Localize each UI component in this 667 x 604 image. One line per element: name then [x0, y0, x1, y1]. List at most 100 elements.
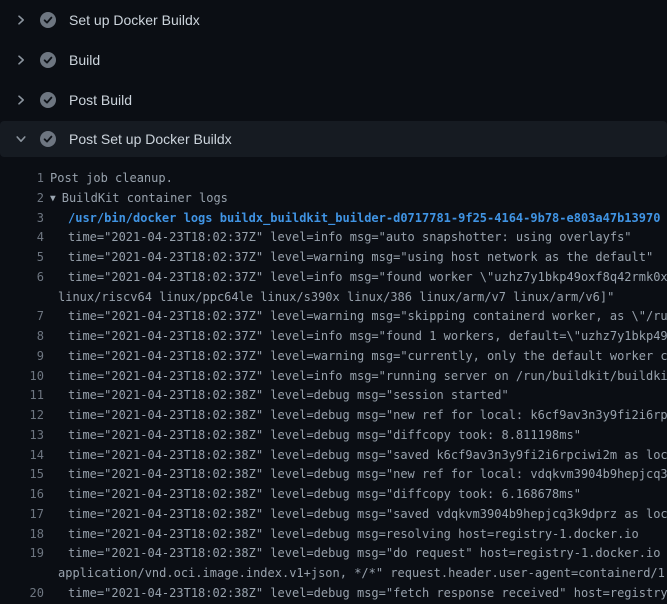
log-line-message: BuildKit container logs [62, 191, 228, 205]
log-line: 6 ▼time="2021-04-23T18:02:37Z" level=inf… [0, 268, 667, 288]
log-line-text: ▼time="2021-04-23T18:02:37Z" level=warni… [68, 248, 653, 268]
group-toggle-icon[interactable]: ▼ [50, 189, 56, 209]
log-line: ▼linux/riscv64 linux/ppc64le linux/s390x… [0, 288, 667, 308]
log-line-text: ▼/usr/bin/docker logs buildx_buildkit_bu… [68, 209, 660, 229]
log-line-text: ▼time="2021-04-23T18:02:38Z" level=debug… [68, 406, 667, 426]
log-line: 9 ▼time="2021-04-23T18:02:37Z" level=war… [0, 347, 667, 367]
log-line: 2 ▼ BuildKit container logs [0, 189, 667, 209]
log-line-number[interactable]: 20 [0, 584, 44, 604]
log-line: 18 ▼time="2021-04-23T18:02:38Z" level=de… [0, 525, 667, 545]
log-line: 17 ▼time="2021-04-23T18:02:38Z" level=de… [0, 505, 667, 525]
log-line: 7 ▼time="2021-04-23T18:02:37Z" level=war… [0, 307, 667, 327]
log-line-text: ▼time="2021-04-23T18:02:38Z" level=debug… [68, 525, 639, 545]
log-line-message: time="2021-04-23T18:02:38Z" level=debug … [68, 467, 667, 481]
step-label: Post Build [69, 93, 132, 107]
log-line-number[interactable]: 5 [0, 248, 44, 268]
log-line-message: time="2021-04-23T18:02:37Z" level=info m… [68, 230, 632, 244]
log-line-number[interactable] [0, 564, 44, 584]
log-line: 15 ▼time="2021-04-23T18:02:38Z" level=de… [0, 465, 667, 485]
log-line-text: ▼time="2021-04-23T18:02:38Z" level=debug… [68, 544, 667, 564]
log-line-number[interactable]: 11 [0, 386, 44, 406]
log-line-text: ▼time="2021-04-23T18:02:38Z" level=debug… [68, 446, 667, 466]
log-line-message: time="2021-04-23T18:02:38Z" level=debug … [68, 428, 581, 442]
chevron-right-icon [15, 54, 27, 66]
log-line-number[interactable]: 19 [0, 544, 44, 564]
log-line-text: ▼time="2021-04-23T18:02:37Z" level=warni… [68, 307, 667, 327]
step-log-output: 1 ▼Post job cleanup. 2 ▼ BuildKit contain… [0, 157, 667, 604]
log-line-message: time="2021-04-23T18:02:38Z" level=debug … [68, 487, 581, 501]
log-line-message: time="2021-04-23T18:02:37Z" level=warnin… [68, 309, 667, 323]
log-line-message: Post job cleanup. [50, 171, 173, 185]
log-line-text: ▼linux/riscv64 linux/ppc64le linux/s390x… [58, 288, 614, 308]
chevron-right-icon [15, 14, 27, 26]
log-line: 11 ▼time="2021-04-23T18:02:38Z" level=de… [0, 386, 667, 406]
log-line-message: time="2021-04-23T18:02:38Z" level=debug … [68, 586, 667, 600]
log-line: 14 ▼time="2021-04-23T18:02:38Z" level=de… [0, 446, 667, 466]
log-line-message: time="2021-04-23T18:02:38Z" level=debug … [68, 546, 667, 560]
log-line-number[interactable]: 13 [0, 426, 44, 446]
log-line-number[interactable]: 18 [0, 525, 44, 545]
check-circle-icon [40, 12, 56, 28]
log-line: 16 ▼time="2021-04-23T18:02:38Z" level=de… [0, 485, 667, 505]
step-label: Build [69, 53, 100, 67]
log-line: 12 ▼time="2021-04-23T18:02:38Z" level=de… [0, 406, 667, 426]
log-line-message: linux/riscv64 linux/ppc64le linux/s390x … [58, 290, 614, 304]
log-line-number[interactable]: 6 [0, 268, 44, 288]
log-line-number[interactable]: 9 [0, 347, 44, 367]
log-line-text: ▼time="2021-04-23T18:02:38Z" level=debug… [68, 485, 581, 505]
log-line: 8 ▼time="2021-04-23T18:02:37Z" level=inf… [0, 327, 667, 347]
log-line-message: /usr/bin/docker logs buildx_buildkit_bui… [68, 211, 660, 225]
log-line-text: ▼time="2021-04-23T18:02:38Z" level=debug… [68, 465, 667, 485]
log-line: 20 ▼time="2021-04-23T18:02:38Z" level=de… [0, 584, 667, 604]
step-label: Post Set up Docker Buildx [69, 132, 232, 146]
log-line-text: ▼ BuildKit container logs [50, 189, 228, 209]
log-line-text: ▼time="2021-04-23T18:02:38Z" level=debug… [68, 584, 667, 604]
log-line: 4 ▼time="2021-04-23T18:02:37Z" level=inf… [0, 228, 667, 248]
log-line-text: ▼time="2021-04-23T18:02:37Z" level=warni… [68, 347, 667, 367]
log-line-number[interactable]: 12 [0, 406, 44, 426]
log-line-text: ▼time="2021-04-23T18:02:37Z" level=info … [68, 268, 667, 288]
log-line-number[interactable]: 2 [0, 189, 44, 209]
check-circle-icon [40, 131, 56, 147]
log-line-text: ▼time="2021-04-23T18:02:37Z" level=info … [68, 327, 667, 347]
log-line-number[interactable]: 4 [0, 228, 44, 248]
log-line-number[interactable]: 17 [0, 505, 44, 525]
step-header-set-up-docker-buildx[interactable]: Set up Docker Buildx [0, 0, 667, 40]
log-line-number[interactable] [0, 288, 44, 308]
log-line-text: ▼time="2021-04-23T18:02:38Z" level=debug… [68, 426, 581, 446]
log-line-message: application/vnd.oci.image.index.v1+json,… [58, 566, 667, 580]
log-line-message: time="2021-04-23T18:02:37Z" level=info m… [68, 329, 667, 343]
log-line: 13 ▼time="2021-04-23T18:02:38Z" level=de… [0, 426, 667, 446]
log-line-number[interactable]: 8 [0, 327, 44, 347]
log-line-message: time="2021-04-23T18:02:38Z" level=debug … [68, 527, 639, 541]
log-line-message: time="2021-04-23T18:02:38Z" level=debug … [68, 507, 667, 521]
log-line-number[interactable]: 16 [0, 485, 44, 505]
workflow-steps-list: Set up Docker Buildx Build P [0, 0, 667, 157]
log-line: 19 ▼time="2021-04-23T18:02:38Z" level=de… [0, 544, 667, 564]
log-line: 5 ▼time="2021-04-23T18:02:37Z" level=war… [0, 248, 667, 268]
log-line-number[interactable]: 14 [0, 446, 44, 466]
log-line-message: time="2021-04-23T18:02:38Z" level=debug … [68, 388, 509, 402]
log-line-message: time="2021-04-23T18:02:38Z" level=debug … [68, 448, 667, 462]
log-line: 10 ▼time="2021-04-23T18:02:37Z" level=in… [0, 367, 667, 387]
step-header-post-build[interactable]: Post Build [0, 80, 667, 120]
step-label: Set up Docker Buildx [69, 13, 200, 27]
log-line-number[interactable]: 7 [0, 307, 44, 327]
chevron-right-icon [15, 94, 27, 106]
log-line-text: ▼application/vnd.oci.image.index.v1+json… [58, 564, 667, 584]
log-line: 3 ▼/usr/bin/docker logs buildx_buildkit_… [0, 209, 667, 229]
log-line-message: time="2021-04-23T18:02:37Z" level=warnin… [68, 349, 667, 363]
log-line-text: ▼time="2021-04-23T18:02:38Z" level=debug… [68, 505, 667, 525]
chevron-down-icon [15, 133, 27, 145]
log-line-text: ▼time="2021-04-23T18:02:38Z" level=debug… [68, 386, 509, 406]
log-line-number[interactable]: 10 [0, 367, 44, 387]
step-header-build[interactable]: Build [0, 40, 667, 80]
log-line-number[interactable]: 3 [0, 209, 44, 229]
log-line-number[interactable]: 1 [0, 169, 44, 189]
step-header-post-set-up-docker-buildx[interactable]: Post Set up Docker Buildx [0, 121, 667, 157]
log-line-message: time="2021-04-23T18:02:37Z" level=info m… [68, 369, 667, 383]
log-line: ▼application/vnd.oci.image.index.v1+json… [0, 564, 667, 584]
log-line-text: ▼Post job cleanup. [50, 169, 173, 189]
log-line-number[interactable]: 15 [0, 465, 44, 485]
check-circle-icon [40, 52, 56, 68]
